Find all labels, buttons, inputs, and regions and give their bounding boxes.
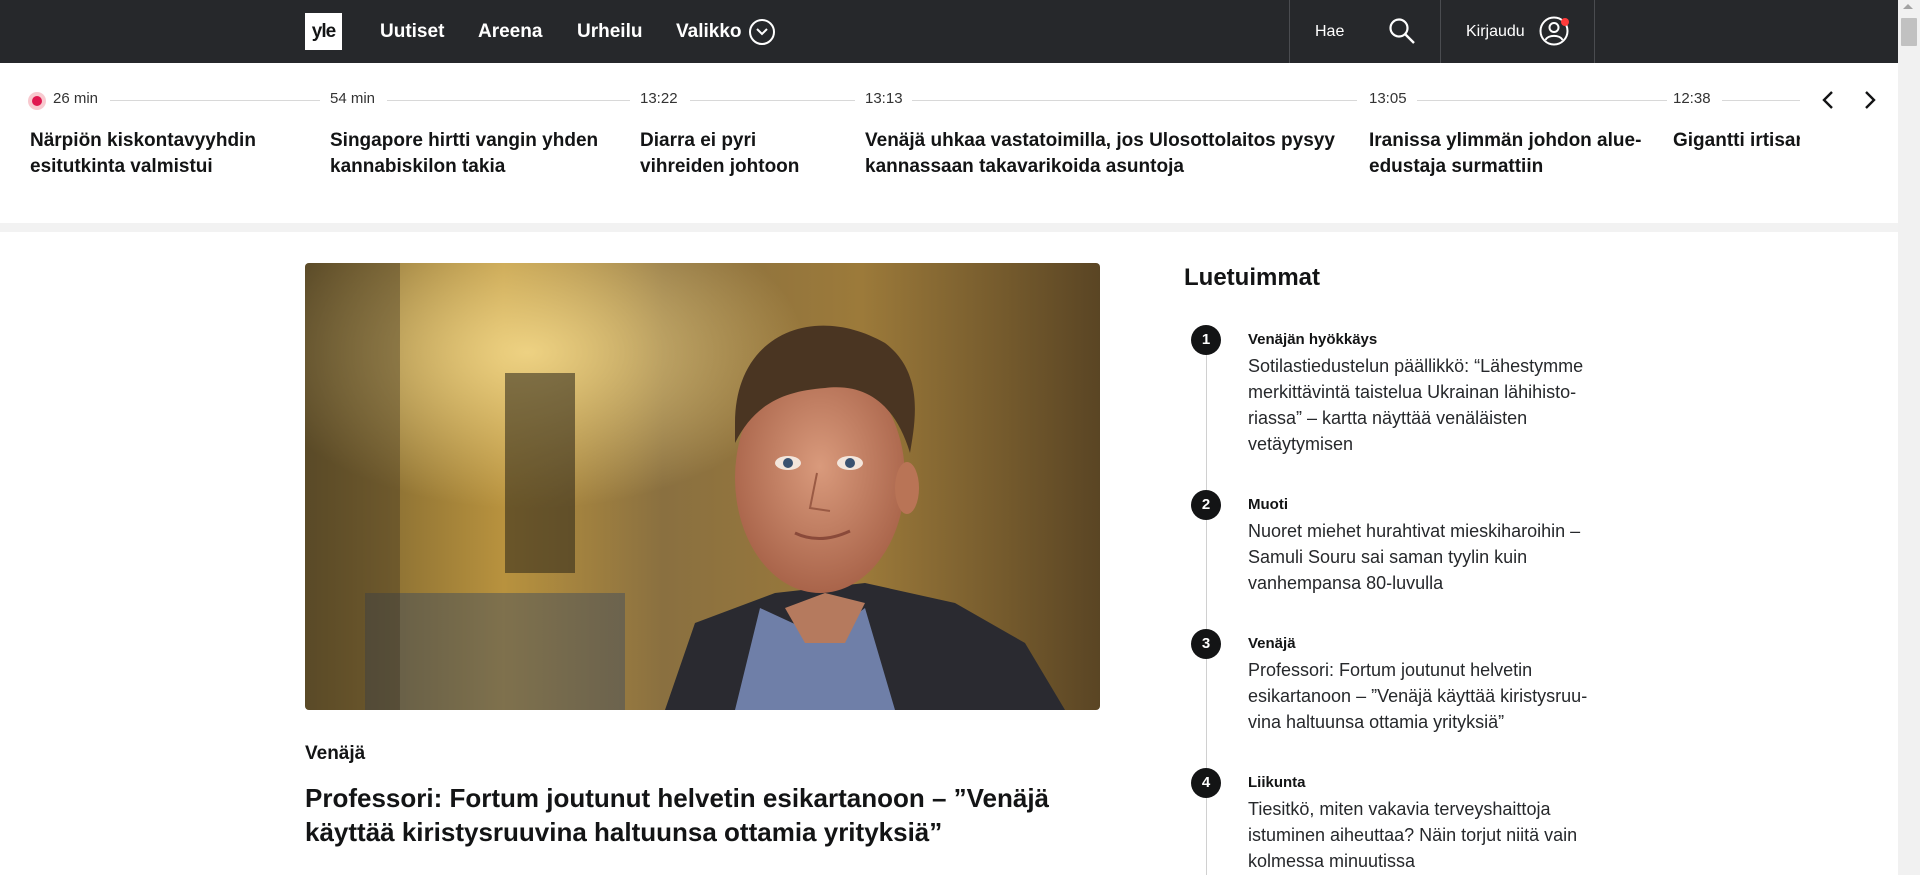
nav-urheilu[interactable]: Urheilu: [577, 0, 642, 63]
search-icon[interactable]: [1388, 17, 1416, 45]
most-read-link[interactable]: Sotilastiedustelun päällikkö: “Lähestymm…: [1248, 353, 1598, 457]
scrollbar[interactable]: [1898, 0, 1920, 875]
divider: [1289, 0, 1290, 63]
nav-uutiset[interactable]: Uutiset: [380, 0, 444, 63]
section-divider: [0, 223, 1898, 232]
divider: [1594, 0, 1595, 63]
chevron-right-icon[interactable]: [1857, 88, 1881, 112]
most-read-link[interactable]: Tiesitkö, miten vakavia terveyshaittoja …: [1248, 796, 1598, 874]
rank-badge: 3: [1191, 629, 1221, 659]
ticker-time: 12:38: [1673, 90, 1711, 107]
most-read-category: Liikunta: [1248, 774, 1306, 791]
scroll-up-icon[interactable]: [1903, 4, 1913, 9]
notification-dot: [1561, 18, 1569, 26]
scrollbar-thumb[interactable]: [1901, 18, 1917, 46]
login-button[interactable]: Kirjaudu: [1466, 0, 1525, 63]
most-read-title: Luetuimmat: [1184, 264, 1321, 291]
news-ticker: 26 min Närpiön kiskontavyyhdin esitutkin…: [0, 63, 1898, 223]
timeline-line: [1722, 100, 1800, 101]
most-read-category: Venäjän hyökkäys: [1248, 331, 1378, 348]
ticker-item[interactable]: 12:38 Gigantti irtisanoo: [0, 63, 1800, 223]
most-read-category: Muoti: [1248, 496, 1288, 513]
rank-badge: 2: [1191, 490, 1221, 520]
nav-areena[interactable]: Areena: [478, 0, 542, 63]
article-headline[interactable]: Professori: Fortum joutunut helvetin esi…: [305, 781, 1095, 849]
yle-logo[interactable]: yle: [305, 13, 342, 50]
most-read-category: Venäjä: [1248, 635, 1296, 652]
hero-image[interactable]: [305, 263, 1100, 710]
rank-badge: 4: [1191, 768, 1221, 798]
search-label[interactable]: Hae: [1315, 0, 1344, 63]
chevron-left-icon[interactable]: [1817, 88, 1841, 112]
most-read-link[interactable]: Nuoret miehet hurahtivat mieskiharoihin …: [1248, 518, 1598, 596]
nav-valikko[interactable]: Valikko: [676, 0, 742, 63]
top-navigation-bar: yle Uutiset Areena Urheilu Valikko Hae K…: [0, 0, 1898, 63]
rank-badge: 1: [1191, 325, 1221, 355]
most-read-link[interactable]: Professori: Fortum joutunut helvetin esi…: [1248, 657, 1598, 735]
chevron-down-icon[interactable]: [749, 19, 775, 45]
article-category[interactable]: Venäjä: [305, 743, 365, 765]
divider: [1440, 0, 1441, 63]
ticker-title[interactable]: Gigantti irtisanoo: [1673, 128, 1800, 154]
